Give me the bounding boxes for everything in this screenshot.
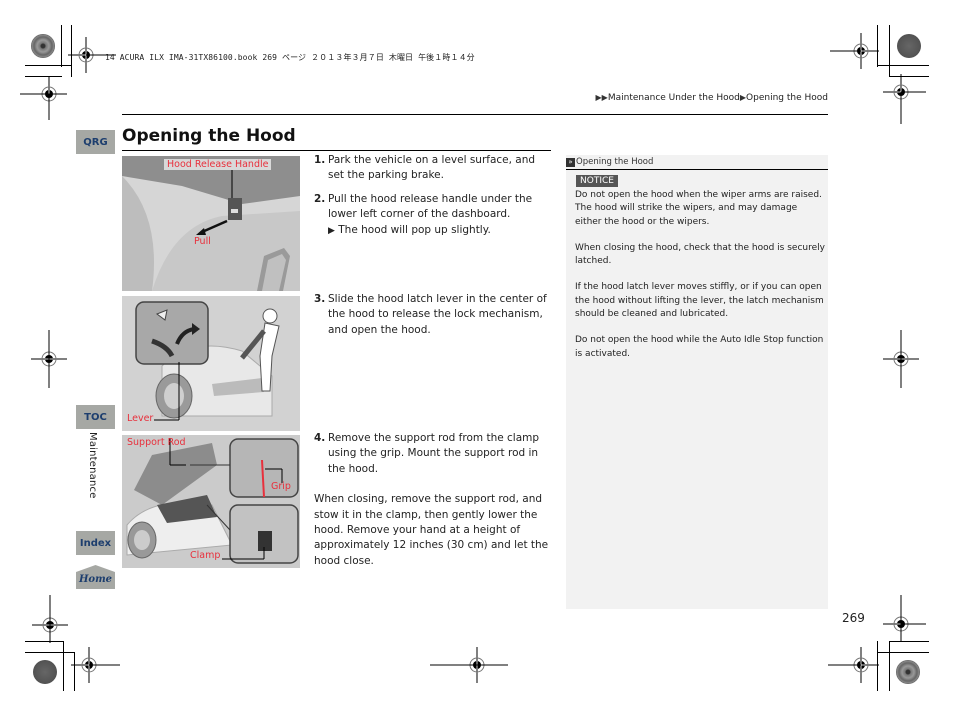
home-label: Home — [78, 574, 112, 585]
step-text: Slide the hood latch lever in the center… — [328, 293, 547, 336]
note-header: » Opening the Hood — [566, 155, 828, 170]
step-number: 2. — [314, 192, 326, 205]
toc-button[interactable]: TOC — [76, 405, 115, 429]
note-paragraph: Do not open the hood while the Auto Idle… — [575, 335, 824, 359]
notice-badge: NOTICE — [576, 175, 618, 187]
triangle-right-icon: ▶ — [328, 225, 335, 236]
hood-release-illustration — [122, 156, 300, 291]
note-paragraph: If the hood latch lever moves stiffly, o… — [575, 282, 824, 320]
breadcrumb-item-maintenance-under-the-hood[interactable]: Maintenance Under the Hood — [608, 93, 740, 103]
step-2-result: ▶ The hood will pop up slightly. — [314, 223, 554, 239]
figure-label-lever: Lever — [127, 413, 154, 424]
page-number: 269 — [842, 611, 865, 625]
note-paragraph: When closing the hood, check that the ho… — [575, 242, 825, 267]
step-4-block: 4. Remove the support rod from the clamp… — [314, 431, 554, 569]
hood-release-handle-figure: Hood Release Handle Pull — [122, 156, 300, 291]
steps-1-2: 1. Park the vehicle on a level surface, … — [314, 153, 554, 239]
step-text: Pull the hood release handle under the l… — [328, 192, 533, 221]
header-rule — [122, 114, 828, 115]
breadcrumb: ▶▶Maintenance Under the Hood▶Opening the… — [596, 93, 828, 103]
figure-label-clamp: Clamp — [190, 550, 221, 561]
step-number: 3. — [314, 293, 326, 305]
page-title: Opening the Hood — [122, 126, 296, 146]
figure-label-support-rod: Support Rod — [127, 437, 186, 448]
step-2: 2. Pull the hood release handle under th… — [314, 192, 554, 223]
triangle-right-icon: ▶▶ — [595, 93, 608, 102]
step-number: 1. — [314, 154, 326, 166]
hood-latch-lever-figure: Lever — [122, 296, 300, 431]
step-3: 3. Slide the hood latch lever in the cen… — [314, 292, 554, 338]
home-button[interactable]: Home — [76, 565, 115, 589]
step-4: 4. Remove the support rod from the clamp… — [314, 431, 554, 477]
step-number: 4. — [314, 432, 326, 444]
reference-icon: » — [566, 157, 575, 167]
step-text: Park the vehicle on a level surface, and… — [328, 154, 536, 182]
figure-label-grip: Grip — [271, 481, 291, 492]
step-text: Remove the support rod from the clamp us… — [328, 432, 540, 475]
section-label: Maintenance — [87, 432, 98, 499]
index-button[interactable]: Index — [76, 531, 115, 555]
home-icon: Home — [76, 565, 115, 589]
title-rule — [122, 150, 551, 151]
support-rod-illustration — [122, 435, 300, 568]
step-2-result-text: The hood will pop up slightly. — [338, 223, 491, 236]
figure-label-hood-release-handle: Hood Release Handle — [164, 159, 272, 170]
note-body: Do not open the hood when the wiper arms… — [575, 189, 825, 374]
closing-instructions: When closing, remove the support rod, an… — [314, 493, 549, 567]
breadcrumb-item-opening-the-hood[interactable]: Opening the Hood — [746, 93, 828, 103]
note-panel: » Opening the Hood NOTICE Do not open th… — [566, 155, 828, 609]
note-paragraph: Do not open the hood when the wiper arms… — [575, 190, 822, 227]
support-rod-figure: Support Rod Grip Clamp — [122, 435, 300, 568]
figure-label-pull: Pull — [194, 236, 211, 247]
print-header: 14 ACURA ILX IMA-31TX86100.book 269 ページ … — [105, 53, 475, 62]
note-header-title: Opening the Hood — [576, 157, 654, 167]
step-1: 1. Park the vehicle on a level surface, … — [314, 153, 554, 184]
hood-latch-illustration — [122, 296, 300, 431]
step-3-block: 3. Slide the hood latch lever in the cen… — [314, 292, 554, 346]
qrg-button[interactable]: QRG — [76, 130, 115, 154]
